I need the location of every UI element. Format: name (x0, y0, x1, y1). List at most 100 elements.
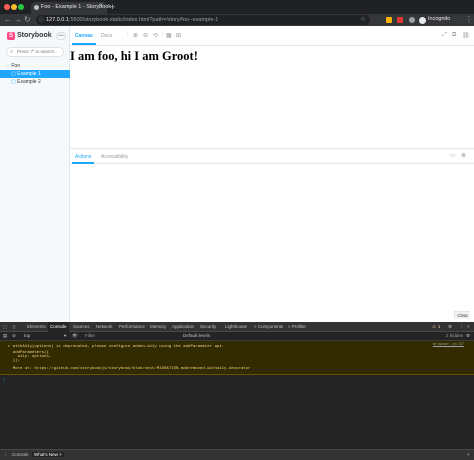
close-window-icon[interactable] (4, 4, 10, 10)
tab-close-icon[interactable]: × (99, 3, 103, 9)
menu-icon[interactable]: ⋮ (465, 15, 473, 25)
url-path: :5500/storybook-static/index.html?path=/… (68, 16, 219, 23)
devtools-tab-console[interactable]: Console (48, 322, 69, 332)
divider: | (127, 32, 129, 38)
info-icon[interactable]: ⓘ (39, 16, 44, 23)
search-box[interactable]: ⌕ (6, 47, 64, 57)
eye-icon[interactable]: 👁 (72, 333, 78, 339)
incognito-icon (419, 16, 426, 24)
clear-button[interactable]: Clear (454, 311, 470, 319)
tab-actions[interactable]: Actions (75, 154, 91, 160)
new-tab-button[interactable]: + (110, 2, 115, 12)
console-settings-icon[interactable]: ⚙ (466, 333, 470, 339)
sidebar-toggle-icon[interactable]: ▤ (3, 333, 7, 339)
extension-icon[interactable] (397, 17, 403, 23)
warning-line: ▸ withA11y(options) is deprecated, pleas… (8, 345, 225, 349)
drawer-tab-whats-new[interactable]: What's New × (32, 452, 64, 457)
search-input[interactable] (17, 49, 63, 54)
panel-position-icon[interactable]: ▭ (450, 152, 456, 159)
address-bar[interactable]: ⓘ 127.0.0.1:5500/storybook-static/index.… (36, 15, 370, 25)
reload-icon[interactable]: ↻ (24, 15, 31, 25)
fullscreen-icon[interactable]: ⤢ (442, 32, 447, 39)
tab-accessibility[interactable]: Accessibility (101, 154, 128, 160)
open-new-tab-icon[interactable]: ⧉ (452, 32, 456, 39)
devtools-tab-elements[interactable]: Elements (27, 324, 46, 329)
dropdown-icon: ▾ (64, 333, 67, 338)
tree-item-label: Example 2 (17, 79, 41, 85)
story-icon: ▢ (11, 71, 16, 77)
search-icon: ⌕ (10, 49, 14, 55)
inspect-icon[interactable]: ⬚ (3, 324, 7, 330)
tree-item-example-2[interactable]: ▢ Example 2 (11, 78, 41, 86)
incognito-label: Incognito (428, 16, 451, 22)
zoom-reset-icon[interactable]: ⟲ (153, 32, 158, 39)
favicon-icon (34, 5, 39, 10)
background-icon[interactable]: ▦ (166, 32, 172, 39)
console-prompt[interactable]: › (3, 377, 5, 383)
drawer-tab-console[interactable]: Console (12, 452, 29, 457)
devtools-tab-security[interactable]: Security (200, 324, 216, 329)
tree-group-foo[interactable]: ◌ Foo (7, 62, 20, 70)
star-icon[interactable]: ☆ (360, 15, 366, 23)
browser-toolbar: ← → ↻ ⓘ 127.0.0.1:5500/storybook-static/… (0, 14, 474, 26)
more-icon[interactable]: ⋮ (459, 324, 464, 330)
brand-title: Storybook (17, 32, 52, 39)
levels-select[interactable]: Default levels (183, 333, 210, 338)
tab-docs[interactable]: Docs (101, 33, 112, 39)
devtools-tab-memory[interactable]: Memory (150, 324, 166, 329)
settings-menu-button[interactable]: ••• (56, 32, 66, 40)
settings-gear-icon[interactable]: ⚙ (448, 324, 452, 330)
preview-heading: I am foo, hi I am Groot! (70, 49, 198, 63)
storybook-logo: S (7, 32, 15, 40)
devtools-tab-bar: ⬚ ▯ Elements Console Sources Network Per… (0, 322, 474, 332)
back-icon[interactable]: ← (4, 15, 12, 25)
devtools-tab-lighthouse[interactable]: Lighthouse (225, 324, 247, 329)
puzzle-icon[interactable] (409, 17, 415, 23)
clear-console-icon[interactable]: ⊘ (12, 333, 16, 339)
tree-item-example-1[interactable]: ▢ Example 1 (0, 70, 70, 78)
warning-link[interactable]: More at: https://github.com/storybookjs/… (8, 367, 251, 371)
story-preview: I am foo, hi I am Groot! (70, 46, 474, 148)
close-devtools-icon[interactable]: × (467, 324, 470, 329)
active-tab-indicator (72, 43, 96, 45)
browser-tab[interactable]: Foo - Example 1 - Storybook × (31, 2, 111, 14)
warning-source-link[interactable]: browser.js:37 (433, 343, 464, 347)
storybook-app: S Storybook ••• ⌕ ◌ Foo ▢ Example 1 ▢ Ex… (0, 26, 474, 322)
divider: | (162, 32, 164, 38)
close-panel-icon[interactable]: ⊗ (461, 152, 466, 159)
story-icon: ▢ (11, 79, 16, 85)
console-warning: ▸ withA11y(options) is deprecated, pleas… (0, 341, 474, 375)
addons-panel: Actions Accessibility ▭ ⊗ Clear (70, 148, 474, 322)
devtools-tab-performance[interactable]: Performance (119, 324, 145, 329)
devtools-tab-application[interactable]: Application (172, 324, 194, 329)
url-host: 127.0.0.1 (46, 16, 69, 23)
hidden-count: 2 hidden (446, 333, 464, 338)
zoom-out-icon[interactable]: ⊖ (143, 32, 148, 39)
device-toggle-icon[interactable]: ▯ (13, 324, 15, 330)
drawer-menu-icon[interactable]: ⋮ (3, 452, 8, 458)
zoom-in-icon[interactable]: ⊕ (133, 32, 138, 39)
devtools-tab-sources[interactable]: Sources (73, 324, 90, 329)
maximize-window-icon[interactable] (18, 4, 24, 10)
devtools-tab-profiler[interactable]: » Profiler (288, 324, 306, 329)
devtools-tab-components[interactable]: » Components (254, 324, 283, 329)
copy-link-icon[interactable]: ⛓ (462, 32, 470, 39)
browser-tab-strip: Foo - Example 1 - Storybook × + (0, 0, 474, 14)
preview-toolbar: Canvas Docs | ⊕ ⊖ ⟲ | ▦ ⊞ ⤢ ⧉ ⛓ (70, 26, 474, 46)
folder-icon: ◌ (7, 63, 10, 69)
filter-input[interactable]: Filter (85, 333, 95, 338)
devtools: ⬚ ▯ Elements Console Sources Network Per… (0, 322, 474, 460)
tab-canvas[interactable]: Canvas (75, 33, 93, 39)
forward-icon[interactable]: → (14, 15, 22, 25)
active-addon-indicator (72, 162, 94, 164)
minimize-window-icon[interactable] (11, 4, 17, 10)
close-drawer-icon[interactable]: × (467, 452, 470, 457)
devtools-tab-network[interactable]: Network (96, 324, 113, 329)
devtools-drawer-bar: ⋮ Console What's New × × (0, 449, 474, 460)
tree-item-label: Example 1 (17, 71, 41, 77)
extension-icon[interactable] (386, 17, 392, 23)
main-panel: Canvas Docs | ⊕ ⊖ ⟲ | ▦ ⊞ ⤢ ⧉ ⛓ I am foo… (70, 26, 474, 322)
grid-icon[interactable]: ⊞ (176, 32, 181, 39)
warning-icon[interactable]: ⚠ (432, 324, 436, 330)
context-select[interactable]: top (24, 333, 30, 338)
